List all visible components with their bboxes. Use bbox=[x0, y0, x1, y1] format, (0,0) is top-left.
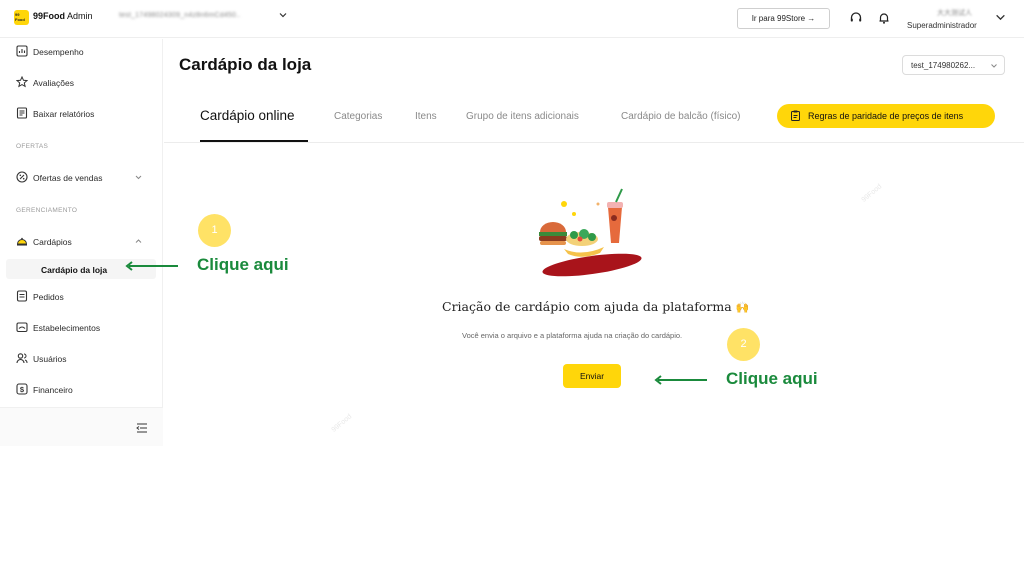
bell-icon[interactable] bbox=[877, 11, 891, 25]
active-tab-indicator bbox=[200, 140, 308, 142]
sidebar-item-estabelecimentos[interactable]: Estabelecimentos bbox=[0, 317, 162, 339]
sidebar-item-label: Pedidos bbox=[33, 292, 64, 302]
report-icon bbox=[16, 107, 28, 119]
chevron-down-icon bbox=[135, 175, 142, 180]
sidebar-item-label: Cardápios bbox=[33, 237, 72, 247]
user-role: Superadministrador bbox=[907, 21, 977, 30]
step-2-hint: Clique aqui bbox=[726, 369, 818, 388]
dollar-icon: $ bbox=[16, 383, 28, 395]
go-to-store-button[interactable]: Ir para 99Store → bbox=[737, 8, 830, 29]
tab-cardapio-de-balcao[interactable]: Cardápio de balcão (físico) bbox=[621, 111, 741, 122]
arrow-left-icon bbox=[125, 261, 178, 271]
food-illustration bbox=[539, 188, 642, 277]
chevron-up-icon bbox=[135, 239, 142, 243]
sidebar-item-baixar-relatorios[interactable]: Baixar relatórios bbox=[0, 103, 162, 125]
arrow-left-icon bbox=[654, 375, 707, 385]
chevron-down-icon bbox=[991, 64, 997, 68]
top-bar: 99 Food 99Food Admin test_17498024309_n4… bbox=[0, 0, 1024, 38]
chart-icon bbox=[16, 45, 28, 57]
svg-text:$: $ bbox=[20, 385, 25, 394]
chevron-down-icon[interactable] bbox=[278, 10, 288, 20]
orders-icon bbox=[16, 290, 28, 302]
sidebar-item-financeiro[interactable]: $ Financeiro bbox=[0, 379, 162, 401]
app-logo: 99 Food bbox=[14, 10, 29, 25]
price-parity-rules-button[interactable]: Regras de paridade de preços de itens bbox=[777, 104, 995, 128]
discount-icon bbox=[16, 171, 28, 183]
send-button[interactable]: Enviar bbox=[563, 364, 621, 388]
tab-cardapio-online[interactable]: Cardápio online bbox=[200, 108, 295, 123]
sidebar-item-cardapios[interactable]: Cardápios bbox=[0, 231, 162, 253]
sidebar-item-label: Avaliações bbox=[33, 78, 74, 88]
sidebar-item-desempenho[interactable]: Desempenho bbox=[0, 41, 162, 63]
collapse-sidebar-icon[interactable] bbox=[136, 423, 148, 433]
cloche-icon bbox=[16, 237, 28, 246]
tab-categorias[interactable]: Categorias bbox=[334, 111, 382, 122]
app-name: 99Food Admin bbox=[33, 11, 93, 21]
headset-icon[interactable] bbox=[849, 11, 863, 25]
page-title: Cardápio da loja bbox=[179, 55, 312, 74]
empty-state-title: Criação de cardápio com ajuda da platafo… bbox=[442, 299, 750, 314]
store-selector[interactable]: test_17498024309_n4z8n6mCd450.. bbox=[119, 12, 240, 19]
sidebar-item-label: Usuários bbox=[33, 354, 67, 364]
step-1-hint: Clique aqui bbox=[197, 255, 289, 274]
sidebar-item-ofertas-de-vendas[interactable]: Ofertas de vendas bbox=[0, 167, 162, 189]
sidebar-item-avaliacoes[interactable]: Avaliações bbox=[0, 72, 162, 94]
tab-grupo-de-itens-adicionais[interactable]: Grupo de itens adicionais bbox=[466, 111, 579, 122]
sidebar: Desempenho Avaliações Baixar relatórios … bbox=[0, 39, 163, 446]
sidebar-item-pedidos[interactable]: Pedidos bbox=[0, 286, 162, 308]
store-id-select[interactable]: test_174980262... bbox=[902, 55, 1005, 75]
step-2-marker: 2 bbox=[727, 328, 760, 361]
sidebar-item-label: Baixar relatórios bbox=[33, 109, 95, 119]
sidebar-footer bbox=[0, 407, 163, 446]
sidebar-item-label: Desempenho bbox=[33, 47, 84, 57]
store-icon bbox=[16, 322, 28, 333]
chevron-down-icon[interactable] bbox=[995, 12, 1006, 23]
empty-state-description: Você envia o arquivo e a plataforma ajud… bbox=[462, 331, 683, 340]
clipboard-icon bbox=[791, 110, 800, 121]
watermark: 99Food bbox=[330, 413, 354, 434]
watermark: 99Food bbox=[860, 183, 884, 204]
star-icon bbox=[16, 76, 28, 88]
user-name: 大大测试人 bbox=[937, 10, 972, 17]
step-1-marker: 1 bbox=[198, 214, 231, 247]
sidebar-section-gerenciamento: GERENCIAMENTO bbox=[16, 207, 78, 214]
tab-itens[interactable]: Itens bbox=[415, 111, 437, 122]
sidebar-item-label: Estabelecimentos bbox=[33, 323, 101, 333]
sidebar-item-label: Financeiro bbox=[33, 385, 73, 395]
sidebar-section-ofertas: OFERTAS bbox=[16, 143, 49, 150]
users-icon bbox=[16, 353, 28, 364]
sidebar-item-label: Ofertas de vendas bbox=[33, 173, 103, 183]
raised-hands-icon: 🙌 bbox=[735, 301, 750, 314]
sidebar-item-usuarios[interactable]: Usuários bbox=[0, 348, 162, 370]
